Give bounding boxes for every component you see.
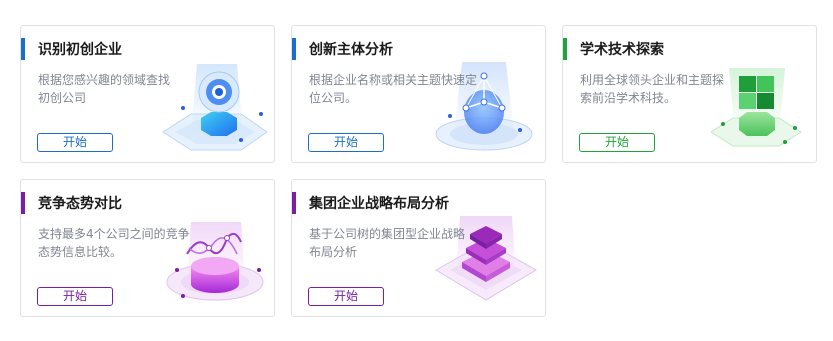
card-description: 支持最多4个公司之间的竞争态势信息比较。 <box>38 227 190 259</box>
start-button[interactable]: 开始 <box>308 133 384 152</box>
card-title: 竞争态势对比 <box>38 196 122 212</box>
card-title: 集团企业战略布局分析 <box>309 196 449 212</box>
card-description: 根据企业名称或相关主题快速定位公司。 <box>309 73 478 105</box>
start-button[interactable]: 开始 <box>37 287 113 306</box>
card-innovation-analysis: 创新主体分析 根据企业名称或相关主题快速定位公司。 开始 <box>291 25 546 163</box>
card-accent-bar <box>21 192 25 214</box>
card-title: 创新主体分析 <box>309 42 393 58</box>
start-button[interactable]: 开始 <box>37 133 113 152</box>
layer-stack-icon <box>435 216 537 301</box>
card-identify-startups: 识别初创企业 根据您感兴趣的领域查找初创公司 开始 <box>20 25 275 163</box>
card-title: 学术技术探索 <box>580 42 664 58</box>
card-description: 根据您感兴趣的领域查找初创公司 <box>38 73 171 105</box>
card-description: 利用全球领头企业和主题探索前沿学术科技。 <box>580 73 725 105</box>
card-description: 基于公司树的集团型企业战略布局分析 <box>309 227 466 259</box>
card-title: 识别初创企业 <box>38 42 122 58</box>
card-academic-exploration: 学术技术探索 利用全球领头企业和主题探索前沿学术科技。 开始 <box>562 25 817 163</box>
start-button[interactable]: 开始 <box>579 133 655 152</box>
card-competition-comparison: 竞争态势对比 支持最多4个公司之间的竞争态势信息比较。 开始 <box>20 179 275 317</box>
card-accent-bar <box>563 38 567 60</box>
start-button[interactable]: 开始 <box>308 287 384 306</box>
card-accent-bar <box>21 38 25 60</box>
card-group-strategy-analysis: 集团企业战略布局分析 基于公司树的集团型企业战略布局分析 开始 <box>291 179 546 317</box>
card-accent-bar <box>292 38 296 60</box>
card-accent-bar <box>292 192 296 214</box>
